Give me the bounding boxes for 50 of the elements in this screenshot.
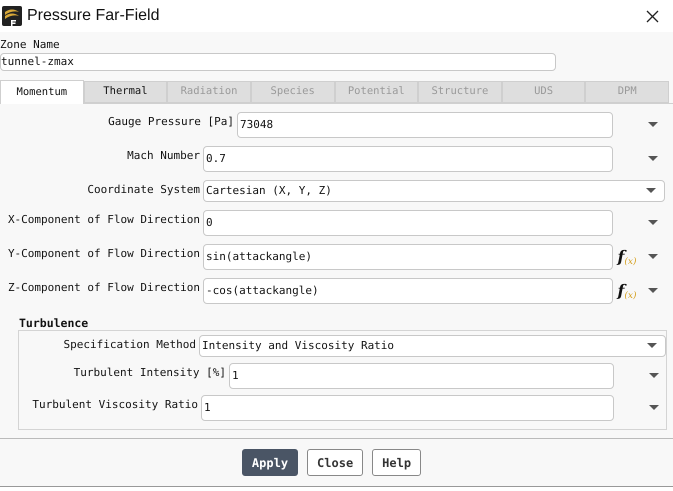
- input-field[interactable]: 1: [201, 395, 614, 421]
- field-value: 0.7: [205, 150, 226, 167]
- field-value: -cos(attackangle): [205, 282, 319, 299]
- input-field[interactable]: 0.7: [203, 146, 613, 172]
- app-icon: [2, 6, 22, 26]
- field-label: Z-Component of Flow Direction: [6, 280, 201, 296]
- field-value: Intensity and Viscosity Ratio: [201, 338, 394, 354]
- field-label: Mach Number: [126, 148, 201, 164]
- dropdown-arrow-icon[interactable]: [648, 288, 658, 294]
- input-field[interactable]: 73048: [237, 112, 613, 138]
- function-button[interactable]: f$_{(x)}$: [618, 248, 636, 266]
- field-value: 0: [205, 214, 213, 231]
- field-label: Specification Method: [62, 337, 197, 353]
- input-field[interactable]: -cos(attackangle): [203, 278, 613, 304]
- dropdown-arrow-icon[interactable]: [648, 220, 658, 226]
- field-value: sin(attackangle): [205, 248, 312, 265]
- field-value: 73048: [239, 116, 274, 133]
- dropdown-arrow-icon[interactable]: [649, 405, 659, 411]
- dialog-button[interactable]: Apply: [242, 449, 298, 476]
- dropdown-arrow-icon[interactable]: [649, 373, 659, 379]
- dropdown[interactable]: Cartesian (X, Y, Z): [203, 180, 665, 202]
- dialog-button[interactable]: Help: [372, 449, 422, 476]
- field-label: Gauge Pressure [Pa]: [107, 114, 235, 130]
- field-label: Turbulent Viscosity Ratio: [31, 397, 199, 413]
- tab[interactable]: Momentum: [0, 80, 84, 104]
- close-icon[interactable]: [646, 10, 659, 22]
- field-label: Zone Name: [0, 37, 61, 52]
- tab[interactable]: Thermal: [84, 81, 168, 103]
- input-field[interactable]: sin(attackangle): [203, 244, 613, 270]
- input-field[interactable]: 1: [229, 363, 614, 389]
- dropdown-arrow-icon[interactable]: [648, 254, 658, 260]
- dialog-button[interactable]: Close: [307, 449, 364, 476]
- field-label: X-Component of Flow Direction: [6, 212, 201, 228]
- window-title: Pressure Far-Field: [27, 6, 160, 26]
- field-label: Coordinate System: [86, 182, 201, 198]
- field-label: Turbulent Intensity [%]: [72, 365, 227, 381]
- input-field[interactable]: 0: [203, 210, 613, 236]
- function-button[interactable]: f$_{(x)}$: [618, 282, 636, 300]
- dropdown-arrow-icon[interactable]: [647, 343, 657, 349]
- field-value: tunnel-zmax: [1, 54, 74, 70]
- field-label: Y-Component of Flow Direction: [6, 246, 201, 262]
- section-title: Turbulence: [19, 316, 90, 330]
- field-value: 1: [203, 400, 211, 416]
- field-value: 1: [231, 368, 239, 384]
- dropdown-arrow-icon[interactable]: [646, 188, 656, 194]
- zone-name-field[interactable]: tunnel-zmax: [0, 53, 556, 71]
- dropdown-arrow-icon[interactable]: [648, 122, 658, 128]
- field-value: Cartesian (X, Y, Z): [205, 182, 332, 199]
- dropdown-arrow-icon[interactable]: [648, 156, 658, 162]
- dropdown[interactable]: Intensity and Viscosity Ratio: [199, 335, 666, 357]
